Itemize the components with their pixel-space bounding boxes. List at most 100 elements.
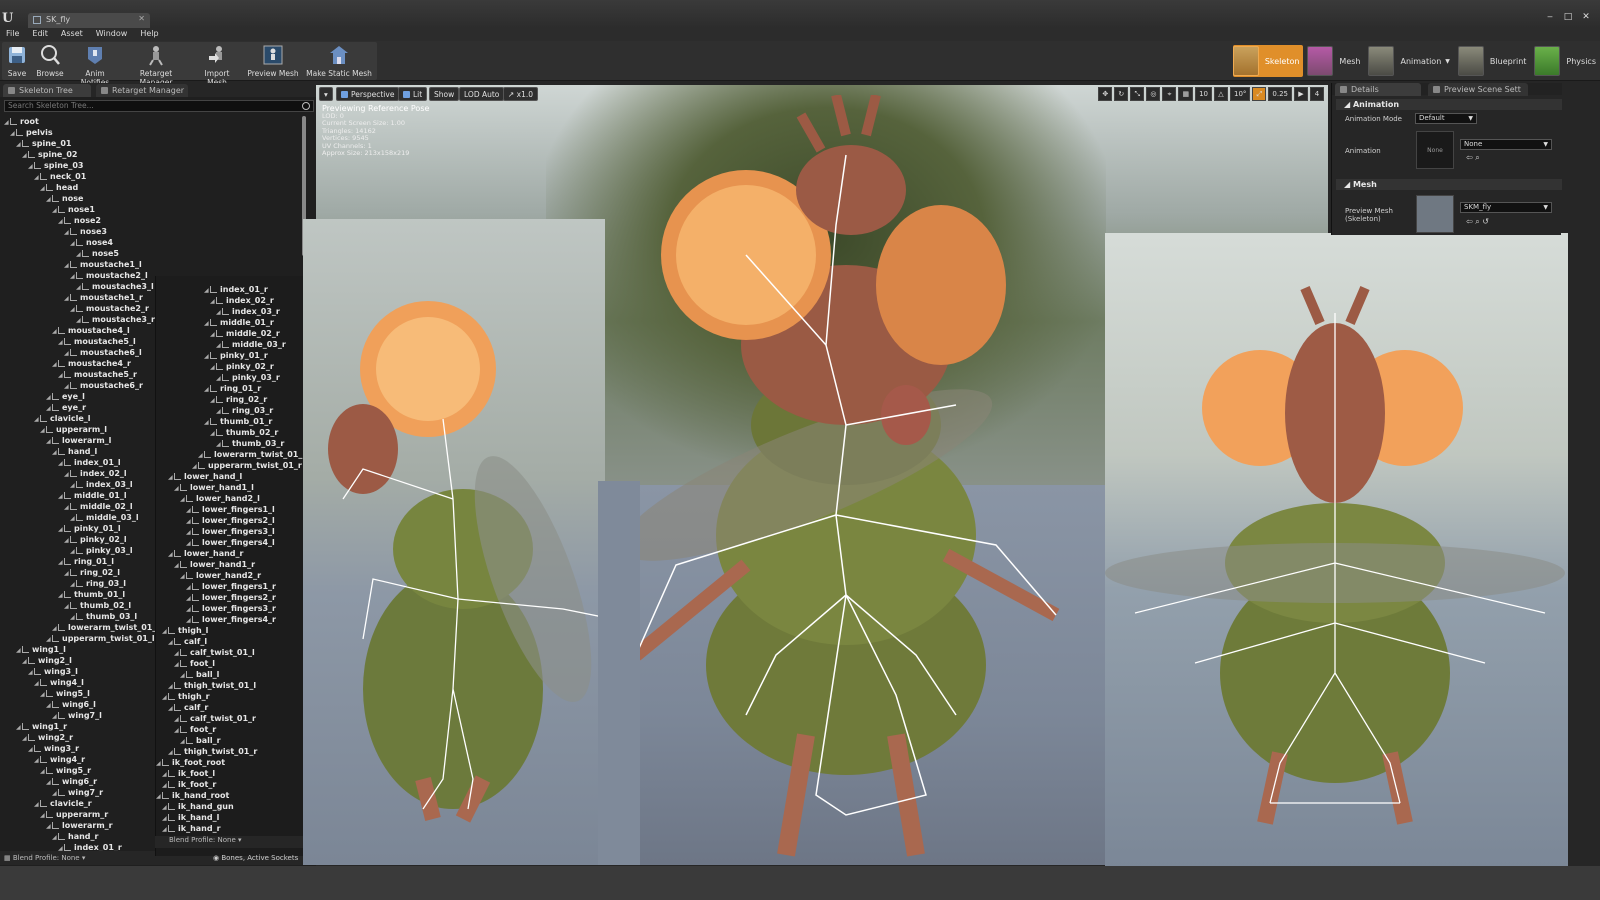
blend-profile-dropdown[interactable]: ▦ Blend Profile: None ▾	[4, 854, 85, 862]
bone-row[interactable]: ◢ ball_l	[180, 669, 219, 680]
mesh-browse-icon[interactable]: ⇦ ⌕ ↺	[1466, 217, 1489, 227]
perspective-button[interactable]: Perspective	[336, 87, 400, 101]
bone-row[interactable]: ◢ moustache5_r	[58, 369, 137, 380]
bone-row[interactable]: ◢ eye_l	[46, 391, 85, 402]
bone-row[interactable]: ◢ spine_01	[16, 138, 71, 149]
bone-row[interactable]: ◢ index_01_l	[58, 457, 121, 468]
bone-row[interactable]: ◢ ik_hand_root	[156, 790, 229, 801]
bone-row[interactable]: ◢ ik_foot_r	[162, 779, 216, 790]
bone-row[interactable]: ◢ lowerarm_l	[46, 435, 111, 446]
bone-row[interactable]: ◢ thumb_01_r	[204, 416, 272, 427]
tab-details[interactable]: Details	[1335, 83, 1421, 96]
bone-row[interactable]: ◢ thumb_02_r	[210, 427, 278, 438]
bone-filter-dropdown[interactable]: ◉ Bones, Active Sockets	[213, 854, 298, 862]
playback-speed-button[interactable]: ↗ x1.0	[503, 87, 539, 101]
bone-row[interactable]: ◢ lower_fingers2_r	[186, 592, 276, 603]
bone-row[interactable]: ◢ moustache1_r	[64, 292, 143, 303]
anim-notifies-button[interactable]: Anim Notifies	[70, 41, 120, 87]
bone-row[interactable]: ◢ lower_hand2_r	[180, 570, 261, 581]
preview-mesh-select[interactable]: SKM_fly ▼	[1460, 202, 1552, 213]
viewport-options-button[interactable]: ▾	[319, 87, 333, 101]
skeleton-search-input[interactable]: Search Skeleton Tree...	[4, 100, 314, 112]
bone-row[interactable]: ◢ calf_r	[168, 702, 208, 713]
fly-character-center[interactable]	[596, 95, 1066, 865]
close-tab-icon[interactable]: ✕	[138, 14, 145, 23]
bone-row[interactable]: ◢ hand_l	[52, 446, 97, 457]
bone-row[interactable]: ◢ index_03_r	[216, 306, 280, 317]
import-mesh-button[interactable]: Import Mesh	[194, 41, 240, 87]
search-icon[interactable]	[302, 102, 310, 110]
bone-row[interactable]: ◢ lower_hand1_r	[174, 559, 255, 570]
bone-row[interactable]: ◢ hand_r	[52, 831, 98, 842]
document-tab[interactable]: SK_fly ✕	[28, 13, 150, 28]
bone-row[interactable]: ◢ wing2_l	[22, 655, 72, 666]
camera-speed-icon[interactable]: ▶	[1294, 87, 1308, 101]
bone-row[interactable]: ◢ wing7_r	[52, 787, 103, 798]
bone-row[interactable]: ◢ lower_hand_l	[168, 471, 242, 482]
bone-row[interactable]: ◢ thigh_twist_01_r	[168, 746, 257, 757]
bone-row[interactable]: ◢ middle_02_l	[64, 501, 133, 512]
bone-row[interactable]: ◢ upperarm_r	[40, 809, 108, 820]
bone-row[interactable]: ◢ ring_03_l	[70, 578, 126, 589]
animation-section-header[interactable]: ◢ Animation	[1336, 99, 1562, 110]
bone-row[interactable]: ◢ middle_03_r	[216, 339, 286, 350]
bone-row[interactable]: ◢ ik_foot_l	[162, 768, 215, 779]
bone-row[interactable]: ◢ wing1_l	[16, 644, 66, 655]
bone-row[interactable]: ◢ thumb_03_l	[70, 611, 137, 622]
bone-row[interactable]: ◢ ring_01_l	[58, 556, 114, 567]
bone-row[interactable]: ◢ foot_r	[174, 724, 216, 735]
bone-row[interactable]: ◢ lower_fingers1_l	[186, 504, 275, 515]
bone-row[interactable]: ◢ moustache1_l	[64, 259, 142, 270]
scale-snap-icon[interactable]: ⤢	[1252, 87, 1267, 101]
blend-profile-dropdown-2[interactable]: Blend Profile: None ▾	[155, 836, 310, 848]
scale-snap-value[interactable]: 0.25	[1268, 87, 1292, 101]
tab-preview-scene-settings[interactable]: Preview Scene Sett	[1428, 83, 1528, 96]
bone-row[interactable]: ◢ nose3	[64, 226, 107, 237]
bone-row[interactable]: ◢ pinky_03_l	[70, 545, 133, 556]
tab-retarget-manager[interactable]: Retarget Manager	[96, 84, 188, 97]
bone-row[interactable]: ◢ pinky_02_r	[210, 361, 274, 372]
bone-row[interactable]: ◢ foot_l	[174, 658, 215, 669]
menu-edit[interactable]: Edit	[32, 28, 48, 41]
bone-row[interactable]: ◢ index_01_r	[58, 842, 122, 851]
menu-file[interactable]: File	[6, 28, 19, 41]
bone-row[interactable]: ◢ lower_fingers3_r	[186, 603, 276, 614]
camera-speed-value[interactable]: 4	[1310, 87, 1324, 101]
bone-row[interactable]: ◢ wing5_l	[40, 688, 90, 699]
bone-row[interactable]: ◢ middle_02_r	[210, 328, 280, 339]
bone-row[interactable]: ◢ lowerarm_twist_01_r	[198, 449, 306, 460]
tab-skeleton-tree[interactable]: Skeleton Tree	[3, 84, 91, 97]
rotation-snap-value[interactable]: 10°	[1229, 87, 1251, 101]
bone-row[interactable]: ◢ wing6_l	[46, 699, 96, 710]
preview-mesh-button[interactable]: Preview Mesh	[244, 41, 302, 81]
rotate-tool-icon[interactable]: ↻	[1114, 87, 1129, 101]
bone-row[interactable]: ◢ wing5_r	[40, 765, 91, 776]
bone-row[interactable]: ◢ nose5	[76, 248, 119, 259]
world-space-icon[interactable]: ◎	[1146, 87, 1161, 101]
bone-row[interactable]: ◢ pinky_01_r	[204, 350, 268, 361]
bone-row[interactable]: ◢ pelvis	[10, 127, 53, 138]
bone-row[interactable]: ◢ upperarm_l	[40, 424, 107, 435]
bone-row[interactable]: ◢ lower_fingers4_l	[186, 537, 275, 548]
mode-skeleton-button[interactable]: Skeleton	[1232, 45, 1304, 77]
bone-row[interactable]: ◢ moustache2_r	[70, 303, 149, 314]
bone-row[interactable]: ◢ nose4	[70, 237, 113, 248]
bone-row[interactable]: ◢ upperarm_twist_01_l	[46, 633, 155, 644]
bone-row[interactable]: ◢ moustache2_l	[70, 270, 148, 281]
bone-row[interactable]: ◢ ring_02_l	[64, 567, 120, 578]
bone-row[interactable]: ◢ root	[4, 116, 39, 127]
bone-row[interactable]: ◢ eye_r	[46, 402, 86, 413]
animation-dropdown-icon[interactable]: ▼	[1445, 58, 1450, 65]
bone-row[interactable]: ◢ middle_01_r	[204, 317, 274, 328]
bone-row[interactable]: ◢ spine_02	[22, 149, 77, 160]
bone-row[interactable]: ◢ lowerarm_twist_01_l	[52, 622, 159, 633]
preview-mesh-thumbnail[interactable]	[1416, 195, 1454, 233]
bone-row[interactable]: ◢ moustache4_l	[52, 325, 130, 336]
bone-row[interactable]: ◢ calf_twist_01_l	[174, 647, 255, 658]
bone-row[interactable]: ◢ middle_01_l	[58, 490, 127, 501]
mode-physics-button[interactable]: Physics	[1534, 45, 1600, 77]
bone-row[interactable]: ◢ middle_03_l	[70, 512, 139, 523]
bone-row[interactable]: ◢ thigh_l	[162, 625, 208, 636]
bone-row[interactable]: ◢ moustache6_r	[64, 380, 143, 391]
save-button[interactable]: Save	[4, 41, 30, 81]
